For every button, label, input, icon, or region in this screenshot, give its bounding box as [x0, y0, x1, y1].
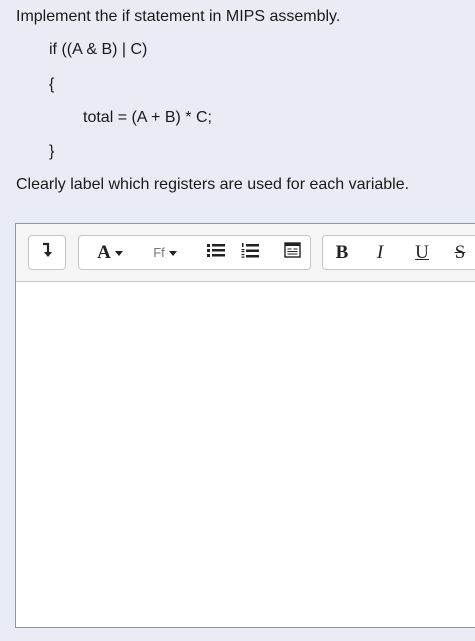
- italic-label: I: [376, 241, 384, 263]
- template-button[interactable]: [275, 236, 309, 269]
- bold-label: B: [335, 241, 349, 263]
- template-icon: [283, 242, 301, 263]
- question-intro: Implement the if statement in MIPS assem…: [16, 8, 341, 25]
- chevron-down-icon: [168, 251, 177, 256]
- answer-editor: A Ff B I U S: [15, 223, 475, 628]
- code-line: total = (A + B) * C;: [83, 109, 212, 126]
- arrow-down-right-icon: [41, 242, 53, 263]
- show-more-buttons-button[interactable]: [29, 236, 65, 269]
- bullet-list-icon: [207, 242, 225, 263]
- underline-label: U: [415, 241, 429, 263]
- font-family-button[interactable]: Ff: [141, 236, 189, 269]
- ordered-list-button[interactable]: [233, 236, 267, 269]
- unordered-list-button[interactable]: [199, 236, 233, 269]
- strikethrough-label: S: [454, 241, 466, 263]
- paragraph-style-button[interactable]: A: [79, 236, 141, 269]
- code-line: {: [49, 76, 55, 93]
- bold-button[interactable]: B: [323, 236, 361, 269]
- paragraph-style-label: A: [97, 241, 111, 263]
- code-line: if ((A & B) | C): [49, 41, 148, 58]
- toolbar-group-collapse: [28, 235, 66, 270]
- toolbar-group-format: A Ff: [78, 235, 311, 270]
- code-line: }: [49, 143, 55, 160]
- font-family-label: Ff: [153, 245, 165, 260]
- answer-text-area[interactable]: [16, 282, 475, 627]
- chevron-down-icon: [114, 251, 123, 256]
- editor-toolbar: A Ff B I U S: [16, 224, 475, 282]
- question-instructions: Clearly label which registers are used f…: [16, 176, 410, 193]
- underline-button[interactable]: U: [403, 236, 441, 269]
- toolbar-group-text-style: B I U S: [322, 235, 475, 270]
- strikethrough-button[interactable]: S: [441, 236, 475, 269]
- numbered-list-icon: [241, 242, 259, 264]
- italic-button[interactable]: I: [361, 236, 399, 269]
